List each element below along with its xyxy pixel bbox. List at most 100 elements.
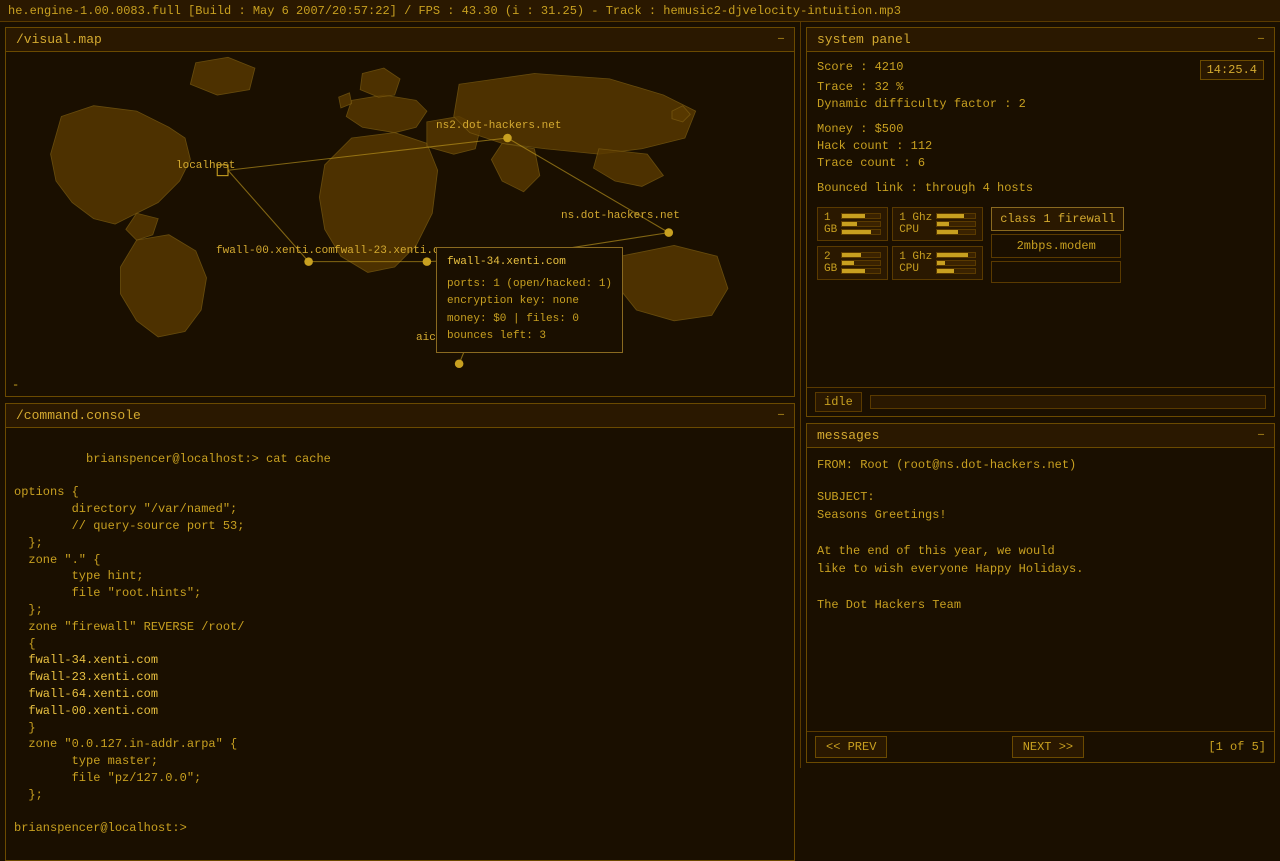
hw-cpu1-bar2 (936, 221, 976, 227)
modem-button[interactable]: 2mbps.modem (991, 234, 1121, 258)
hw-cpu1: 1 Ghz CPU (892, 207, 983, 241)
console-fwall34: fwall-34.xenti.com (28, 653, 158, 667)
messages-content: FROM: Root (root@ns.dot-hackers.net) SUB… (807, 448, 1274, 731)
messages-minimize[interactable]: — (1258, 430, 1264, 441)
hw-cpu1-bars (936, 213, 976, 235)
visual-map-minimize[interactable]: — (778, 34, 784, 45)
score-row: Score : 4210 (817, 60, 903, 77)
money-label: Money : $500 (817, 122, 1264, 136)
messages-panel: messages — FROM: Root (root@ns.dot-hacke… (806, 423, 1275, 763)
console-body: brianspencer@localhost:> cat cache optio… (14, 434, 786, 854)
system-panel-title: system panel (817, 32, 911, 47)
hw-ram1: 1 GB (817, 207, 888, 241)
next-button[interactable]: NEXT >> (1012, 736, 1084, 758)
hw-cpu1-bar3 (936, 229, 976, 235)
console-fwall64: fwall-64.xenti.com (28, 687, 158, 701)
hw-ram1-bar2 (841, 221, 881, 227)
system-content: Score : 4210 14:25.4 Trace : 32 % Dynami… (807, 52, 1274, 387)
map-content[interactable]: localhost ns2.dot-hackers.net ns.dot-hac… (6, 52, 794, 396)
label-fwall00: fwall-00.xenti.com (216, 245, 335, 257)
hw-cpu2-speed: 1 Ghz (899, 251, 932, 263)
visual-map-title: /visual.map (16, 32, 102, 47)
msg-subject: SUBJECT: (817, 488, 1264, 506)
label-ns: ns.dot-hackers.net (561, 210, 680, 222)
modem-row: 2mbps.modem (991, 234, 1124, 258)
title-text: he.engine-1.00.0083.full [Build : May 6 … (8, 4, 901, 18)
unknown-row (991, 261, 1124, 283)
msg-body: At the end of this year, we would like t… (817, 524, 1264, 614)
title-bar: he.engine-1.00.0083.full [Build : May 6 … (0, 0, 1280, 22)
left-column: /visual.map — (0, 22, 800, 768)
hw-ram1-size: 1 (824, 212, 837, 224)
trace-label: Trace : 32 % (817, 80, 1264, 94)
hw-right-buttons: class 1 firewall 2mbps.modem (991, 207, 1124, 283)
divider1 (817, 114, 1264, 122)
command-console-title: /command.console (16, 408, 141, 423)
console-prompt2: brianspencer@localhost:> (14, 821, 187, 835)
hw-cpu2-bar3 (936, 268, 976, 274)
hardware-section: 1 GB 2 (817, 207, 1264, 283)
main-layout: /visual.map — (0, 22, 1280, 768)
hw-ram2-bar1 (841, 252, 881, 258)
tooltip-title: fwall-34.xenti.com (447, 254, 612, 272)
prev-button[interactable]: << PREV (815, 736, 887, 758)
system-panel-header: system panel — (807, 28, 1274, 52)
visual-map-panel: /visual.map — (5, 27, 795, 397)
hw-cpu-block: 1 Ghz CPU 1 Ghz (892, 207, 983, 283)
hw-ram2-bars (841, 252, 881, 274)
console-fwall23: fwall-23.xenti.com (28, 670, 158, 684)
hack-count-label: Hack count : 112 (817, 139, 1264, 153)
hw-ram2-bar3 (841, 268, 881, 274)
console-content2: } zone "0.0.127.in-addr.arpa" { type mas… (14, 721, 237, 802)
command-console-minimize[interactable]: — (778, 410, 784, 421)
tooltip-bounces: bounces left: 3 (447, 328, 612, 346)
hw-ram2-bar2 (841, 260, 881, 266)
status-bar: idle (807, 387, 1274, 416)
command-console-panel: /command.console — brianspencer@localhos… (5, 403, 795, 861)
world-map-svg (6, 52, 794, 396)
hw-ram1-bar3 (841, 229, 881, 235)
hw-cpu2-bar1 (936, 252, 976, 258)
trace-count-label: Trace count : 6 (817, 156, 1264, 170)
hw-ram1-unit: GB (824, 224, 837, 236)
hw-ram2: 2 GB (817, 246, 888, 280)
hw-ram2-size: 2 (824, 251, 837, 263)
console-nl2 (14, 687, 28, 701)
status-idle-label: idle (815, 392, 862, 412)
hw-cpu2: 1 Ghz CPU (892, 246, 983, 280)
visual-map-header: /visual.map — (6, 28, 794, 52)
msg-from: FROM: Root (root@ns.dot-hackers.net) (817, 456, 1264, 474)
divider2 (817, 173, 1264, 181)
msg-page-info: [1 of 5] (1208, 740, 1266, 754)
score-label: Score : 4210 (817, 60, 903, 74)
console-content-main: options { directory "/var/named"; // que… (14, 485, 244, 667)
tooltip-ports: ports: 1 (open/hacked: 1) (447, 276, 612, 294)
msg-subject-text: Seasons Greetings! (817, 506, 1264, 524)
map-minus[interactable]: - (12, 378, 19, 392)
console-nl1 (14, 670, 28, 684)
label-ns2: ns2.dot-hackers.net (436, 120, 561, 132)
messages-title: messages (817, 428, 879, 443)
hw-cpu1-speed: 1 Ghz (899, 212, 932, 224)
hw-cpu2-label: CPU (899, 263, 932, 275)
label-fwall23: fwall-23.xenti.com (334, 245, 453, 257)
system-panel: system panel — Score : 4210 14:25.4 Trac… (806, 27, 1275, 417)
status-progress-bar (870, 395, 1266, 409)
tooltip-encryption: encryption key: none (447, 293, 612, 311)
console-nl3 (14, 704, 28, 718)
hw-cpu2-bar2 (936, 260, 976, 266)
system-panel-minimize[interactable]: — (1258, 34, 1264, 45)
hw-ram1-bar1 (841, 213, 881, 219)
command-console-header: /command.console — (6, 404, 794, 428)
hw-left-block: 1 GB 2 (817, 207, 888, 283)
msg-nav: << PREV NEXT >> [1 of 5] (807, 731, 1274, 762)
hw-cpu1-label: CPU (899, 224, 932, 236)
bounced-label: Bounced link : through 4 hosts (817, 181, 1264, 195)
console-prompt1: brianspencer@localhost:> cat cache (86, 452, 331, 466)
firewall-button[interactable]: class 1 firewall (991, 207, 1124, 231)
hw-cpu2-bars (936, 252, 976, 274)
unknown-button[interactable] (991, 261, 1121, 283)
hw-ram1-bars (841, 213, 881, 235)
console-content[interactable]: brianspencer@localhost:> cat cache optio… (6, 428, 794, 860)
console-fwall00: fwall-00.xenti.com (28, 704, 158, 718)
